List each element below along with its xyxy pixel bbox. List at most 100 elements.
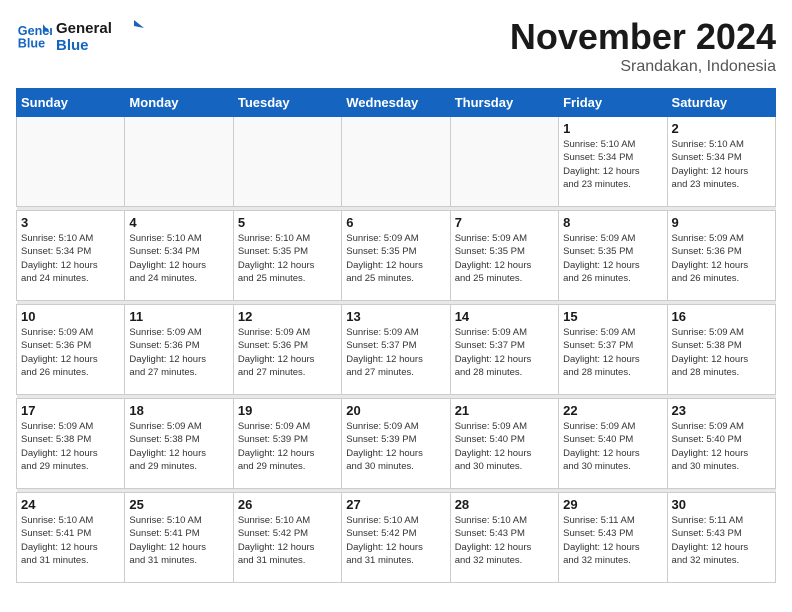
calendar-cell: 22 Sunrise: 5:09 AM Sunset: 5:40 PM Dayli… — [559, 399, 667, 489]
day-number: 25 — [129, 497, 228, 512]
day-number: 20 — [346, 403, 445, 418]
day-number: 4 — [129, 215, 228, 230]
day-info: Sunrise: 5:09 AM Sunset: 5:38 PM Dayligh… — [129, 420, 228, 473]
calendar-cell: 28Sunrise: 5:10 AM Sunset: 5:43 PM Dayli… — [450, 493, 558, 583]
calendar-week-row: 3 Sunrise: 5:10 AM Sunset: 5:34 PM Daylig… — [17, 211, 776, 301]
day-number: 26 — [238, 497, 337, 512]
day-info: Sunrise: 5:09 AM Sunset: 5:40 PM Dayligh… — [563, 420, 662, 473]
calendar-header-row: SundayMondayTuesdayWednesdayThursdayFrid… — [17, 89, 776, 117]
day-info: Sunrise: 5:10 AM Sunset: 5:43 PM Dayligh… — [455, 514, 554, 567]
day-info: Sunrise: 5:09 AM Sunset: 5:35 PM Dayligh… — [346, 232, 445, 285]
day-number: 15 — [563, 309, 662, 324]
calendar-cell: 10 Sunrise: 5:09 AM Sunset: 5:36 PM Dayli… — [17, 305, 125, 395]
calendar-cell — [342, 117, 450, 207]
day-number: 9 — [672, 215, 771, 230]
day-info: Sunrise: 5:10 AM Sunset: 5:42 PM Dayligh… — [346, 514, 445, 567]
weekday-header: Thursday — [450, 89, 558, 117]
calendar-cell: 15 Sunrise: 5:09 AM Sunset: 5:37 PM Dayli… — [559, 305, 667, 395]
day-number: 22 — [563, 403, 662, 418]
calendar-cell: 2Sunrise: 5:10 AM Sunset: 5:34 PM Daylig… — [667, 117, 775, 207]
month-title: November 2024 — [510, 16, 776, 58]
calendar-cell: 8Sunrise: 5:09 AM Sunset: 5:35 PM Daylig… — [559, 211, 667, 301]
day-info: Sunrise: 5:10 AM Sunset: 5:42 PM Dayligh… — [238, 514, 337, 567]
calendar-cell — [233, 117, 341, 207]
calendar-week-row: 17 Sunrise: 5:09 AM Sunset: 5:38 PM Dayli… — [17, 399, 776, 489]
svg-text:General: General — [56, 20, 112, 37]
day-number: 21 — [455, 403, 554, 418]
day-info: Sunrise: 5:09 AM Sunset: 5:36 PM Dayligh… — [129, 326, 228, 379]
day-number: 12 — [238, 309, 337, 324]
calendar-cell: 11 Sunrise: 5:09 AM Sunset: 5:36 PM Dayli… — [125, 305, 233, 395]
calendar-cell: 4Sunrise: 5:10 AM Sunset: 5:34 PM Daylig… — [125, 211, 233, 301]
day-number: 13 — [346, 309, 445, 324]
calendar-cell: 6 Sunrise: 5:09 AM Sunset: 5:35 PM Daylig… — [342, 211, 450, 301]
logo-icon: General Blue — [16, 17, 52, 53]
title-area: November 2024 Srandakan, Indonesia — [510, 16, 776, 76]
day-info: Sunrise: 5:10 AM Sunset: 5:35 PM Dayligh… — [238, 232, 337, 285]
day-info: Sunrise: 5:10 AM Sunset: 5:34 PM Dayligh… — [563, 138, 662, 191]
calendar-cell: 20Sunrise: 5:09 AM Sunset: 5:39 PM Dayli… — [342, 399, 450, 489]
day-info: Sunrise: 5:10 AM Sunset: 5:41 PM Dayligh… — [129, 514, 228, 567]
calendar-week-row: 10 Sunrise: 5:09 AM Sunset: 5:36 PM Dayli… — [17, 305, 776, 395]
calendar-cell: 7 Sunrise: 5:09 AM Sunset: 5:35 PM Daylig… — [450, 211, 558, 301]
calendar-cell: 1 Sunrise: 5:10 AM Sunset: 5:34 PM Daylig… — [559, 117, 667, 207]
calendar-cell: 30 Sunrise: 5:11 AM Sunset: 5:43 PM Dayli… — [667, 493, 775, 583]
day-number: 27 — [346, 497, 445, 512]
day-number: 7 — [455, 215, 554, 230]
calendar: SundayMondayTuesdayWednesdayThursdayFrid… — [16, 88, 776, 583]
calendar-week-row: 24 Sunrise: 5:10 AM Sunset: 5:41 PM Dayli… — [17, 493, 776, 583]
weekday-header: Sunday — [17, 89, 125, 117]
day-number: 29 — [563, 497, 662, 512]
day-info: Sunrise: 5:09 AM Sunset: 5:37 PM Dayligh… — [563, 326, 662, 379]
day-info: Sunrise: 5:10 AM Sunset: 5:34 PM Dayligh… — [21, 232, 120, 285]
weekday-header: Wednesday — [342, 89, 450, 117]
calendar-cell: 25 Sunrise: 5:10 AM Sunset: 5:41 PM Dayli… — [125, 493, 233, 583]
calendar-cell: 12 Sunrise: 5:09 AM Sunset: 5:36 PM Dayli… — [233, 305, 341, 395]
day-number: 11 — [129, 309, 228, 324]
svg-text:Blue: Blue — [18, 37, 45, 51]
day-number: 10 — [21, 309, 120, 324]
calendar-cell: 17Sunrise: 5:09 AM Sunset: 5:38 PM Dayli… — [17, 399, 125, 489]
calendar-cell: 18Sunrise: 5:09 AM Sunset: 5:38 PM Dayli… — [125, 399, 233, 489]
calendar-cell: 5 Sunrise: 5:10 AM Sunset: 5:35 PM Daylig… — [233, 211, 341, 301]
day-number: 3 — [21, 215, 120, 230]
calendar-cell: 26 Sunrise: 5:10 AM Sunset: 5:42 PM Dayli… — [233, 493, 341, 583]
day-info: Sunrise: 5:11 AM Sunset: 5:43 PM Dayligh… — [672, 514, 771, 567]
day-number: 14 — [455, 309, 554, 324]
day-info: Sunrise: 5:09 AM Sunset: 5:36 PM Dayligh… — [238, 326, 337, 379]
day-number: 30 — [672, 497, 771, 512]
calendar-cell: 21 Sunrise: 5:09 AM Sunset: 5:40 PM Dayli… — [450, 399, 558, 489]
day-info: Sunrise: 5:09 AM Sunset: 5:37 PM Dayligh… — [455, 326, 554, 379]
day-number: 5 — [238, 215, 337, 230]
day-info: Sunrise: 5:09 AM Sunset: 5:35 PM Dayligh… — [455, 232, 554, 285]
day-info: Sunrise: 5:11 AM Sunset: 5:43 PM Dayligh… — [563, 514, 662, 567]
calendar-cell — [125, 117, 233, 207]
calendar-cell: 9Sunrise: 5:09 AM Sunset: 5:36 PM Daylig… — [667, 211, 775, 301]
calendar-week-row: 1 Sunrise: 5:10 AM Sunset: 5:34 PM Daylig… — [17, 117, 776, 207]
page-header: General Blue General Blue November 2024 … — [16, 16, 776, 76]
svg-text:Blue: Blue — [56, 37, 89, 54]
calendar-cell — [450, 117, 558, 207]
day-info: Sunrise: 5:09 AM Sunset: 5:40 PM Dayligh… — [672, 420, 771, 473]
day-info: Sunrise: 5:09 AM Sunset: 5:40 PM Dayligh… — [455, 420, 554, 473]
weekday-header: Friday — [559, 89, 667, 117]
day-number: 8 — [563, 215, 662, 230]
day-number: 24 — [21, 497, 120, 512]
day-number: 19 — [238, 403, 337, 418]
logo: General Blue General Blue — [16, 16, 146, 54]
weekday-header: Saturday — [667, 89, 775, 117]
day-info: Sunrise: 5:09 AM Sunset: 5:36 PM Dayligh… — [21, 326, 120, 379]
day-info: Sunrise: 5:10 AM Sunset: 5:41 PM Dayligh… — [21, 514, 120, 567]
day-number: 17 — [21, 403, 120, 418]
day-number: 1 — [563, 121, 662, 136]
day-number: 6 — [346, 215, 445, 230]
calendar-cell: 29 Sunrise: 5:11 AM Sunset: 5:43 PM Dayli… — [559, 493, 667, 583]
day-info: Sunrise: 5:10 AM Sunset: 5:34 PM Dayligh… — [672, 138, 771, 191]
day-info: Sunrise: 5:09 AM Sunset: 5:37 PM Dayligh… — [346, 326, 445, 379]
logo-svg: General Blue — [56, 16, 146, 54]
weekday-header: Tuesday — [233, 89, 341, 117]
weekday-header: Monday — [125, 89, 233, 117]
calendar-cell — [17, 117, 125, 207]
calendar-cell: 16Sunrise: 5:09 AM Sunset: 5:38 PM Dayli… — [667, 305, 775, 395]
day-info: Sunrise: 5:09 AM Sunset: 5:39 PM Dayligh… — [238, 420, 337, 473]
